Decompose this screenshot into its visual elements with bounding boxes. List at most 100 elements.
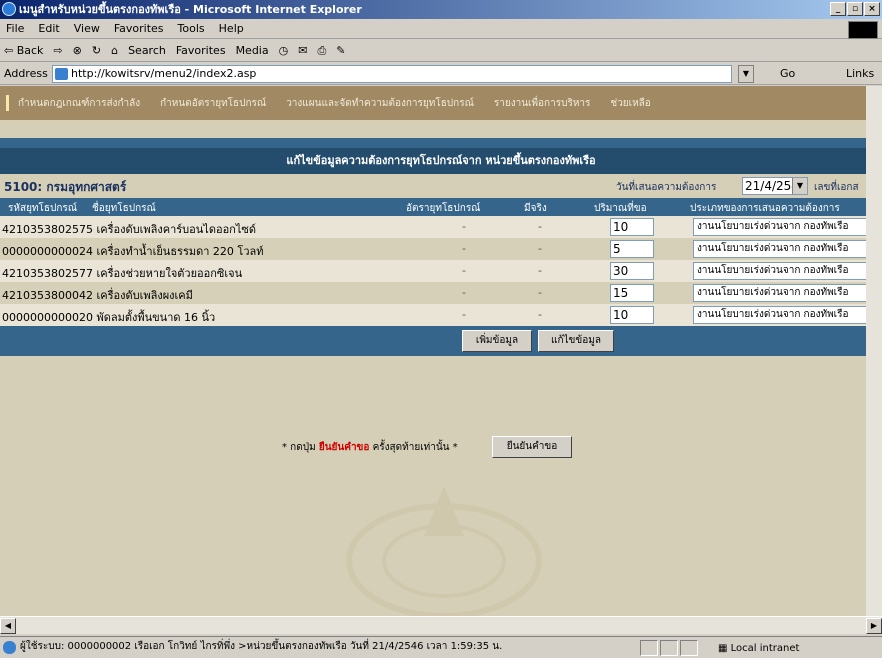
confirm-button[interactable]: ยืนยันคำขอ bbox=[492, 436, 572, 458]
home-icon[interactable]: ⌂ bbox=[111, 44, 118, 57]
menu-help[interactable]: Help bbox=[219, 22, 244, 35]
toolbar: ⇦ Back ⇨ ⊗ ↻ ⌂ Search Favorites Media ◷ … bbox=[0, 40, 882, 62]
chevron-down-icon[interactable]: ▼ bbox=[792, 178, 807, 194]
status-segment bbox=[680, 640, 698, 656]
windows-logo-icon bbox=[848, 21, 878, 39]
nav-rules[interactable]: กำหนดกฎเกณฑ์การส่งกำลัง bbox=[18, 96, 140, 111]
history-icon[interactable]: ◷ bbox=[279, 44, 289, 57]
mail-icon[interactable]: ✉ bbox=[298, 44, 307, 57]
menu-favorites[interactable]: Favorites bbox=[114, 22, 164, 35]
browser-window: เมนูสำหรับหน่วยขึ้นตรงกองทัพเรือ - Micro… bbox=[0, 0, 882, 658]
menu-file[interactable]: File bbox=[6, 22, 24, 35]
row-rate: - bbox=[462, 264, 466, 277]
nav-planning[interactable]: วางแผนและจัดทำความต้องการยุทโธปกรณ์ bbox=[286, 96, 474, 111]
date-select[interactable]: 21/4/2546 ▼ bbox=[742, 177, 808, 195]
row-actual: - bbox=[538, 220, 542, 233]
address-url: http://kowitsrv/menu2/index2.asp bbox=[71, 67, 257, 80]
note-pre: * กดปุ่ม bbox=[282, 442, 319, 453]
page-title: แก้ไขข้อมูลความต้องการยุทโธปกรณ์จาก หน่ว… bbox=[0, 148, 866, 174]
title-bar: เมนูสำหรับหน่วยขึ้นตรงกองทัพเรือ - Micro… bbox=[0, 0, 882, 19]
address-dropdown-icon[interactable]: ▼ bbox=[738, 65, 754, 83]
menu-view[interactable]: View bbox=[74, 22, 100, 35]
qty-input[interactable]: 30 bbox=[610, 262, 654, 280]
qty-input[interactable]: 5 bbox=[610, 240, 654, 258]
col-actual: มีจริง bbox=[524, 203, 547, 214]
header-strip bbox=[0, 138, 866, 148]
menu-edit[interactable]: Edit bbox=[38, 22, 59, 35]
row-item: 4210353802575 เครื่องดับเพลิงคาร์บอนไดออ… bbox=[2, 223, 256, 236]
maximize-button[interactable]: ▫ bbox=[847, 2, 863, 16]
row-item: 4210353800042 เครื่องดับเพลิงผงเคมี bbox=[2, 289, 193, 302]
note-post: ครั้งสุดท้ายเท่านั้น * bbox=[369, 442, 458, 453]
ie-icon bbox=[2, 2, 16, 16]
status-segment bbox=[640, 640, 658, 656]
stop-icon[interactable]: ⊗ bbox=[73, 44, 82, 57]
address-input[interactable]: http://kowitsrv/menu2/index2.asp bbox=[52, 65, 732, 83]
refresh-icon[interactable]: ↻ bbox=[92, 44, 101, 57]
nav-divider bbox=[6, 95, 9, 111]
row-actual: - bbox=[538, 286, 542, 299]
row-actual: - bbox=[538, 264, 542, 277]
col-code: รหัสยุทโธปกรณ์ bbox=[8, 203, 78, 214]
page-icon bbox=[55, 68, 68, 80]
qty-input[interactable]: 15 bbox=[610, 284, 654, 302]
address-bar: Address http://kowitsrv/menu2/index2.asp… bbox=[0, 63, 882, 85]
search-button[interactable]: Search bbox=[128, 44, 166, 57]
scroll-left-icon[interactable]: ◀ bbox=[0, 618, 16, 634]
table-row: 0000000000020 พัดลมตั้งพื้นขนาด 16 นิ้ว … bbox=[0, 304, 866, 326]
kind-select[interactable]: งานนโยบายเร่งด่วนจาก กองทัพเรือ bbox=[693, 306, 866, 324]
row-actual: - bbox=[538, 308, 542, 321]
back-button[interactable]: ⇦ Back bbox=[4, 44, 43, 57]
zone-label: ▦ Local intranet bbox=[718, 639, 799, 658]
print-icon[interactable]: ⎙ bbox=[317, 44, 326, 58]
go-button[interactable]: Go bbox=[780, 67, 795, 80]
table-row: 4210353800042 เครื่องดับเพลิงผงเคมี - - … bbox=[0, 282, 866, 304]
table-row: 4210353802577 เครื่องช่วยหายใจตัวยออกซิเ… bbox=[0, 260, 866, 282]
row-item: 0000000000024 เครื่องทำน้ำเย็นธรรมดา 220… bbox=[2, 245, 264, 258]
menu-bar: File Edit View Favorites Tools Help bbox=[0, 19, 882, 39]
favorites-button[interactable]: Favorites bbox=[176, 44, 226, 57]
row-item: 4210353802577 เครื่องช่วยหายใจตัวยออกซิเ… bbox=[2, 267, 243, 280]
close-button[interactable]: × bbox=[864, 2, 880, 16]
address-label: Address bbox=[4, 67, 48, 80]
ie-page-icon bbox=[3, 641, 16, 654]
kind-select[interactable]: งานนโยบายเร่งด่วนจาก กองทัพเรือ bbox=[693, 218, 866, 236]
department-row: 5100: กรมอุทกศาสตร์ วันที่เสนอความต้องกา… bbox=[0, 174, 866, 198]
forward-button[interactable]: ⇨ bbox=[53, 44, 62, 57]
confirm-note: * กดปุ่ม ยืนยันคำขอ ครั้งสุดท้ายเท่านั้น… bbox=[282, 440, 458, 455]
menu-tools[interactable]: Tools bbox=[178, 22, 205, 35]
nav-reports[interactable]: รายงานเพื่อการบริหาร bbox=[494, 96, 591, 111]
date-label: วันที่เสนอความต้องการ bbox=[616, 182, 717, 193]
kind-select[interactable]: งานนโยบายเร่งด่วนจาก กองทัพเรือ bbox=[693, 262, 866, 280]
window-title: เมนูสำหรับหน่วยขึ้นตรงกองทัพเรือ - Micro… bbox=[19, 3, 362, 16]
col-qty: ปริมาณที่ขอ bbox=[594, 203, 647, 214]
row-actual: - bbox=[538, 242, 542, 255]
status-text: ผู้ใช้ระบบ: 0000000002 เรือเอก โกวิทย์ ไ… bbox=[20, 641, 503, 652]
table-row: 0000000000024 เครื่องทำน้ำเย็นธรรมดา 220… bbox=[0, 238, 866, 260]
row-rate: - bbox=[462, 308, 466, 321]
nav-help[interactable]: ช่วยเหลือ bbox=[610, 96, 650, 111]
qty-input[interactable]: 10 bbox=[610, 306, 654, 324]
top-nav: กำหนดกฎเกณฑ์การส่งกำลัง กำหนดอัตรายุทโธป… bbox=[0, 86, 866, 120]
media-button[interactable]: Media bbox=[236, 44, 269, 57]
intranet-icon: ▦ bbox=[718, 643, 731, 654]
status-segment bbox=[660, 640, 678, 656]
kind-select[interactable]: งานนโยบายเร่งด่วนจาก กองทัพเรือ bbox=[693, 284, 866, 302]
kind-select[interactable]: งานนโยบายเร่งด่วนจาก กองทัพเรือ bbox=[693, 240, 866, 258]
scroll-right-icon[interactable]: ▶ bbox=[866, 618, 882, 634]
status-bar: ผู้ใช้ระบบ: 0000000002 เรือเอก โกวิทย์ ไ… bbox=[0, 636, 882, 658]
row-rate: - bbox=[462, 242, 466, 255]
vertical-scrollbar[interactable] bbox=[866, 86, 882, 616]
horizontal-scrollbar[interactable]: ◀ ▶ bbox=[0, 616, 882, 634]
links-button[interactable]: Links bbox=[846, 67, 874, 80]
edit-icon[interactable]: ✎ bbox=[336, 44, 345, 57]
zone-text: Local intranet bbox=[730, 643, 800, 654]
qty-input[interactable]: 10 bbox=[610, 218, 654, 236]
table-header: รหัสยุทโธปกรณ์ ชื่อยุทโธปกรณ์ อัตรายุทโธ… bbox=[0, 198, 866, 216]
nav-rates[interactable]: กำหนดอัตรายุทโธปกรณ์ bbox=[160, 96, 266, 111]
edit-button[interactable]: แก้ไขข้อมูล bbox=[538, 330, 614, 352]
department-name: 5100: กรมอุทกศาสตร์ bbox=[4, 180, 127, 194]
minimize-button[interactable]: _ bbox=[830, 2, 846, 16]
add-button[interactable]: เพิ่มข้อมูล bbox=[462, 330, 532, 352]
ref-label: เลขที่เอกส bbox=[814, 182, 859, 193]
